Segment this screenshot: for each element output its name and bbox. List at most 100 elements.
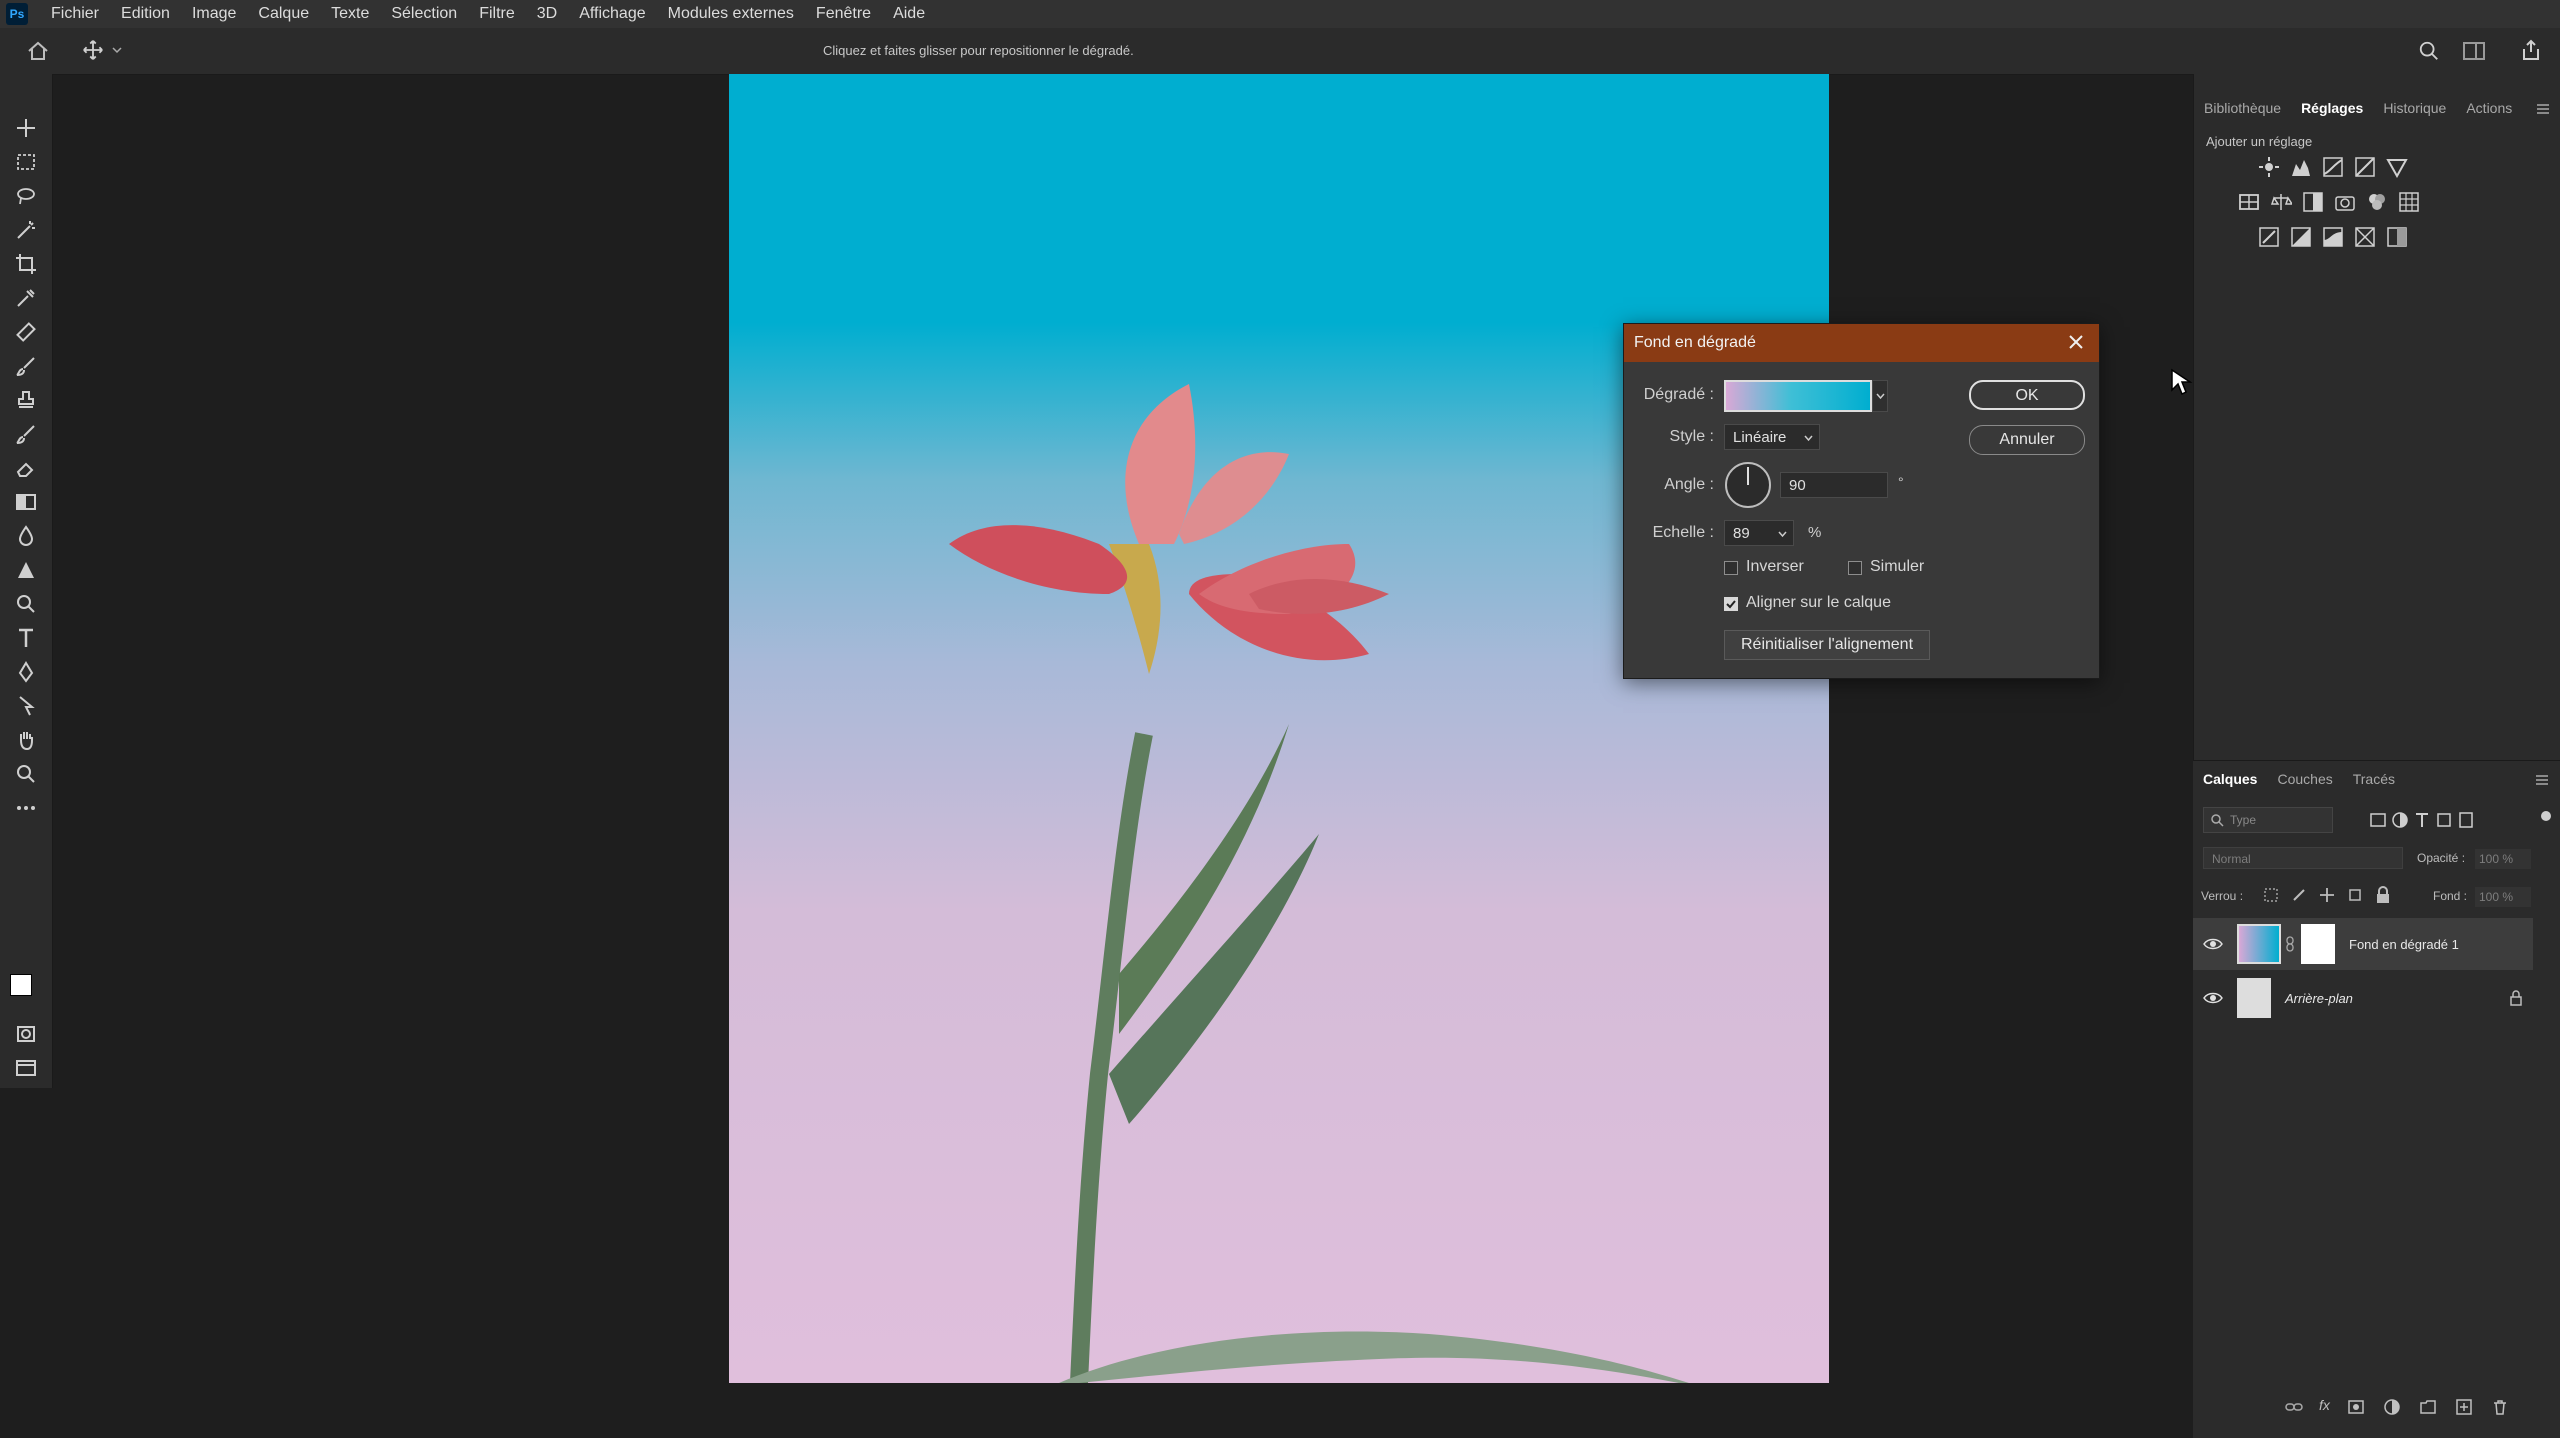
- foreground-color-swatch[interactable]: [10, 974, 32, 996]
- menu-filtre[interactable]: Filtre: [468, 0, 526, 28]
- move-tool-icon[interactable]: [14, 116, 38, 140]
- layer-row-gradient-fill[interactable]: Fond en dégradé 1: [2193, 918, 2533, 970]
- lock-icon[interactable]: [2509, 990, 2523, 1006]
- tab-calques[interactable]: Calques: [2193, 771, 2267, 787]
- eye-icon[interactable]: [2203, 937, 2223, 951]
- posterize-icon[interactable]: [2290, 226, 2312, 248]
- menu-fenetre[interactable]: Fenêtre: [805, 0, 882, 28]
- document-canvas[interactable]: [729, 74, 1829, 1383]
- layer-filter-field[interactable]: Type: [2203, 807, 2333, 833]
- marquee-tool-icon[interactable]: [14, 150, 38, 174]
- panel-menu-icon[interactable]: [2535, 102, 2551, 116]
- filter-shape-icon[interactable]: [2435, 811, 2453, 829]
- gradient-map-icon[interactable]: [2386, 226, 2408, 248]
- menu-texte[interactable]: Texte: [320, 0, 380, 28]
- filter-type-icon[interactable]: [2413, 811, 2431, 829]
- link-icon[interactable]: [2285, 936, 2295, 952]
- black-white-icon[interactable]: [2302, 191, 2324, 213]
- crop-tool-icon[interactable]: [14, 252, 38, 276]
- new-layer-icon[interactable]: [2455, 1398, 2473, 1416]
- filter-smart-object-icon[interactable]: [2457, 811, 2475, 829]
- healing-brush-tool-icon[interactable]: [14, 320, 38, 344]
- lock-all-icon[interactable]: [2375, 886, 2391, 904]
- filter-adjustment-icon[interactable]: [2391, 811, 2409, 829]
- close-icon[interactable]: [2068, 334, 2084, 350]
- magic-wand-tool-icon[interactable]: [14, 218, 38, 242]
- lock-artboard-icon[interactable]: [2347, 887, 2363, 903]
- brightness-icon[interactable]: [2258, 156, 2280, 178]
- new-group-icon[interactable]: [2419, 1398, 2437, 1416]
- lasso-tool-icon[interactable]: [14, 184, 38, 208]
- invert-icon[interactable]: [2258, 226, 2280, 248]
- trash-icon[interactable]: [2491, 1398, 2509, 1416]
- dodge-tool-icon[interactable]: [14, 558, 38, 582]
- hue-saturation-icon[interactable]: [2238, 191, 2260, 213]
- photo-filter-icon[interactable]: [2334, 191, 2356, 213]
- gradient-tool-icon[interactable]: [14, 490, 38, 514]
- eraser-tool-icon[interactable]: [14, 456, 38, 480]
- reverse-checkbox[interactable]: [1724, 561, 1738, 575]
- path-pen-tool-icon[interactable]: [14, 660, 38, 684]
- layer-name[interactable]: Fond en dégradé 1: [2349, 937, 2459, 952]
- layer-row-background[interactable]: Arrière-plan: [2193, 972, 2533, 1024]
- dither-checkbox[interactable]: [1848, 561, 1862, 575]
- exposure-icon[interactable]: [2354, 156, 2376, 178]
- ok-button[interactable]: OK: [1969, 380, 2085, 410]
- lock-position-icon[interactable]: [2319, 887, 2335, 903]
- scale-input[interactable]: 89: [1724, 520, 1794, 546]
- zoom-tool-icon[interactable]: [14, 762, 38, 786]
- fx-icon[interactable]: fx: [2319, 1397, 2330, 1413]
- tab-couches[interactable]: Couches: [2267, 771, 2342, 787]
- color-lookup-icon[interactable]: [2398, 191, 2420, 213]
- levels-icon[interactable]: [2290, 156, 2312, 178]
- fill-value[interactable]: 100 %: [2475, 887, 2531, 907]
- history-brush-tool-icon[interactable]: [14, 422, 38, 446]
- lock-pixels-icon[interactable]: [2291, 887, 2307, 903]
- filter-toggle-icon[interactable]: [2541, 811, 2551, 821]
- pen-tool-icon[interactable]: [14, 592, 38, 616]
- menu-calque[interactable]: Calque: [247, 0, 320, 28]
- chevron-down-icon[interactable]: [112, 45, 122, 55]
- quick-mask-icon[interactable]: [14, 1022, 38, 1046]
- home-icon[interactable]: [26, 39, 50, 63]
- blur-tool-icon[interactable]: [14, 524, 38, 548]
- menu-selection[interactable]: Sélection: [380, 0, 468, 28]
- reset-alignment-button[interactable]: Réinitialiser l'alignement: [1724, 630, 1930, 660]
- selective-color-icon[interactable]: [2354, 226, 2376, 248]
- type-tool-icon[interactable]: [14, 626, 38, 650]
- menu-3d[interactable]: 3D: [526, 0, 568, 28]
- gradient-swatch[interactable]: [1724, 380, 1872, 412]
- threshold-icon[interactable]: [2322, 226, 2344, 248]
- gradient-dropdown[interactable]: [1872, 380, 1888, 412]
- tab-bibliotheque[interactable]: Bibliothèque: [2194, 100, 2291, 116]
- lock-transparency-icon[interactable]: [2263, 887, 2279, 903]
- tab-traces[interactable]: Tracés: [2343, 771, 2405, 787]
- layer-name[interactable]: Arrière-plan: [2285, 991, 2353, 1006]
- blend-mode-select[interactable]: Normal: [2203, 847, 2403, 869]
- filter-pixel-icon[interactable]: [2369, 811, 2387, 829]
- tab-historique[interactable]: Historique: [2373, 100, 2456, 116]
- channel-mixer-icon[interactable]: [2366, 191, 2388, 213]
- dialog-titlebar[interactable]: Fond en dégradé: [1624, 324, 2099, 362]
- clone-stamp-tool-icon[interactable]: [14, 388, 38, 412]
- eyedropper-tool-icon[interactable]: [14, 286, 38, 310]
- tab-reglages[interactable]: Réglages: [2291, 100, 2373, 116]
- angle-input[interactable]: 90: [1780, 472, 1888, 498]
- align-with-layer-label[interactable]: Aligner sur le calque: [1746, 594, 1891, 612]
- menu-fichier[interactable]: Fichier: [40, 0, 110, 28]
- screen-mode-icon[interactable]: [14, 1056, 38, 1080]
- cancel-button[interactable]: Annuler: [1969, 425, 2085, 455]
- path-selection-tool-icon[interactable]: [14, 694, 38, 718]
- new-adjustment-layer-icon[interactable]: [2383, 1398, 2401, 1416]
- workspace-icon[interactable]: [2462, 40, 2486, 62]
- color-balance-icon[interactable]: [2270, 191, 2292, 213]
- dither-label[interactable]: Simuler: [1870, 558, 1924, 576]
- search-icon[interactable]: [2418, 40, 2440, 62]
- link-layers-icon[interactable]: [2285, 1398, 2303, 1416]
- menu-image[interactable]: Image: [181, 0, 247, 28]
- eye-icon[interactable]: [2203, 991, 2223, 1005]
- style-select[interactable]: Linéaire: [1724, 424, 1820, 450]
- menu-affichage[interactable]: Affichage: [568, 0, 656, 28]
- move-tool-options-icon[interactable]: [82, 39, 104, 61]
- share-icon[interactable]: [2520, 38, 2542, 62]
